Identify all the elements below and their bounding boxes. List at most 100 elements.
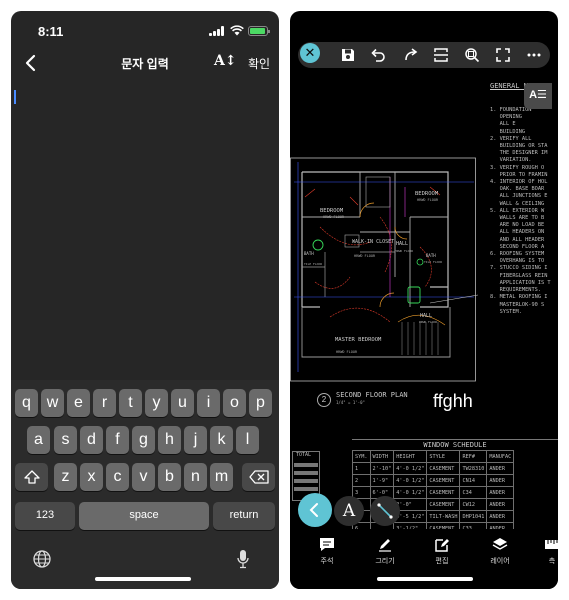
room-label: HALL [396, 241, 408, 247]
key-s[interactable]: s [54, 426, 77, 454]
tab-measure[interactable]: 측 [532, 537, 558, 566]
globe-icon[interactable] [33, 550, 51, 568]
close-icon[interactable]: ✕ [300, 43, 320, 63]
key-a[interactable]: a [27, 426, 50, 454]
confirm-button[interactable]: 확인 [248, 55, 270, 72]
table-cell: 2 [352, 474, 371, 487]
key-d[interactable]: d [80, 426, 103, 454]
key-m[interactable]: m [210, 463, 233, 491]
collapse-tools-button[interactable] [298, 493, 332, 527]
text-tool-button[interactable]: A [334, 496, 364, 526]
key-y[interactable]: y [145, 389, 168, 417]
key-u[interactable]: u [171, 389, 194, 417]
scan-icon[interactable] [433, 47, 449, 63]
table-cell: CASEMENT [426, 462, 461, 475]
line-tool-button[interactable] [370, 496, 400, 526]
redo-icon[interactable] [403, 47, 419, 63]
key-o[interactable]: o [223, 389, 246, 417]
text-input-screen: 8:11 문자 입력 A↕ 확인 q w e r t y u i o p a s [11, 11, 279, 589]
fullscreen-icon[interactable] [495, 47, 511, 63]
room-label: BEDROOM [415, 191, 439, 197]
key-c[interactable]: c [106, 463, 129, 491]
comment-icon [320, 538, 334, 551]
room-floor-label: HRWD FLOOR [417, 198, 439, 202]
wifi-icon [230, 25, 244, 36]
floor-plan-title: SECOND FLOOR PLAN [336, 391, 408, 399]
tab-layers[interactable]: 레이어 [480, 537, 520, 566]
key-j[interactable]: j [184, 426, 207, 454]
key-v[interactable]: v [132, 463, 155, 491]
zoom-icon[interactable] [464, 47, 480, 63]
table-cell: 4'-0 1/2" [393, 462, 428, 475]
plan-number-marker: 2 [317, 393, 331, 407]
key-l[interactable]: l [236, 426, 259, 454]
top-toolbar [298, 42, 550, 68]
room-floor-label: HRWD FLOOR [323, 215, 345, 219]
status-time: 8:11 [38, 24, 64, 39]
save-icon[interactable] [340, 47, 356, 63]
tab-annotation[interactable]: 주석 [307, 537, 347, 566]
layers-icon [492, 538, 508, 550]
drawing-viewer-screen: GENERAL NOTES 1. FOUNDATION OPENING ALL … [290, 11, 558, 589]
key-q[interactable]: q [15, 389, 38, 417]
tab-label: 주석 [320, 558, 334, 565]
table-cell: CW12 [459, 498, 488, 511]
tab-draw[interactable]: 그리기 [365, 537, 405, 566]
numbers-key[interactable]: 123 [15, 502, 75, 530]
room-label: WALK-IN CLOSET [352, 239, 394, 245]
undo-icon[interactable] [370, 47, 386, 63]
table-cell: 2'-10" [369, 462, 395, 475]
key-x[interactable]: x [80, 463, 103, 491]
pencil-icon [379, 539, 391, 552]
status-bar: 8:11 [11, 11, 279, 49]
typed-text-annotation[interactable]: ffghh [433, 391, 473, 412]
font-size-button[interactable]: A↕ [214, 53, 237, 69]
room-label: BATH [426, 253, 436, 258]
table-cell: CASEMENT [426, 486, 461, 499]
room-label: BATH [304, 251, 314, 256]
table-row: 2 1'-9" 4'-0 1/2" CASEMENT CN14 ANDER [352, 474, 515, 487]
room-floor-label: TILE FLOOR [424, 260, 442, 264]
key-p[interactable]: p [249, 389, 272, 417]
return-key[interactable]: return [213, 502, 275, 530]
key-n[interactable]: n [184, 463, 207, 491]
table-cell: 1'-9" [369, 474, 395, 487]
key-i[interactable]: i [197, 389, 220, 417]
tab-label: 측 [548, 558, 556, 565]
table-row: 1 2'-10" 4'-0 1/2" CASEMENT TW28310 ANDE… [352, 462, 515, 475]
key-t[interactable]: t [119, 389, 142, 417]
total-bar [294, 479, 318, 483]
line-tool-icon [377, 503, 393, 519]
text-input-area[interactable] [11, 79, 279, 379]
delete-key[interactable] [242, 463, 275, 491]
text-caret [14, 90, 16, 104]
key-w[interactable]: w [41, 389, 64, 417]
shift-key[interactable] [15, 463, 48, 491]
text-align-button[interactable]: A☰ [524, 83, 552, 109]
key-z[interactable]: z [54, 463, 77, 491]
table-cell: ANDER [486, 474, 515, 487]
key-r[interactable]: r [93, 389, 116, 417]
floor-plan-drawing[interactable]: BEDROOM HRWD FLOOR BEDROOM HRWD FLOOR WA… [290, 157, 478, 382]
more-icon[interactable] [526, 47, 542, 63]
chevron-left-icon [309, 503, 318, 517]
table-cell: TILT-WASH [426, 510, 461, 523]
space-key[interactable]: space [79, 502, 209, 530]
table-cell: CASEMENT [426, 474, 461, 487]
keyboard: q w e r t y u i o p a s d f g h j k l z … [11, 380, 279, 589]
total-bar [294, 471, 318, 475]
key-e[interactable]: e [67, 389, 90, 417]
microphone-icon[interactable] [237, 549, 249, 569]
tab-edit[interactable]: 편집 [422, 537, 462, 566]
tab-label: 레이어 [490, 558, 510, 565]
room-label: HALL [420, 313, 432, 319]
total-bar [294, 463, 318, 467]
key-g[interactable]: g [132, 426, 155, 454]
key-h[interactable]: h [158, 426, 181, 454]
key-f[interactable]: f [106, 426, 129, 454]
key-k[interactable]: k [210, 426, 233, 454]
key-b[interactable]: b [158, 463, 181, 491]
table-header: STYLE [426, 450, 461, 463]
general-notes-body: 1. FOUNDATION OPENING ALL E BUILDING 2. … [490, 107, 551, 315]
table-cell: DHP1041 [459, 510, 488, 523]
